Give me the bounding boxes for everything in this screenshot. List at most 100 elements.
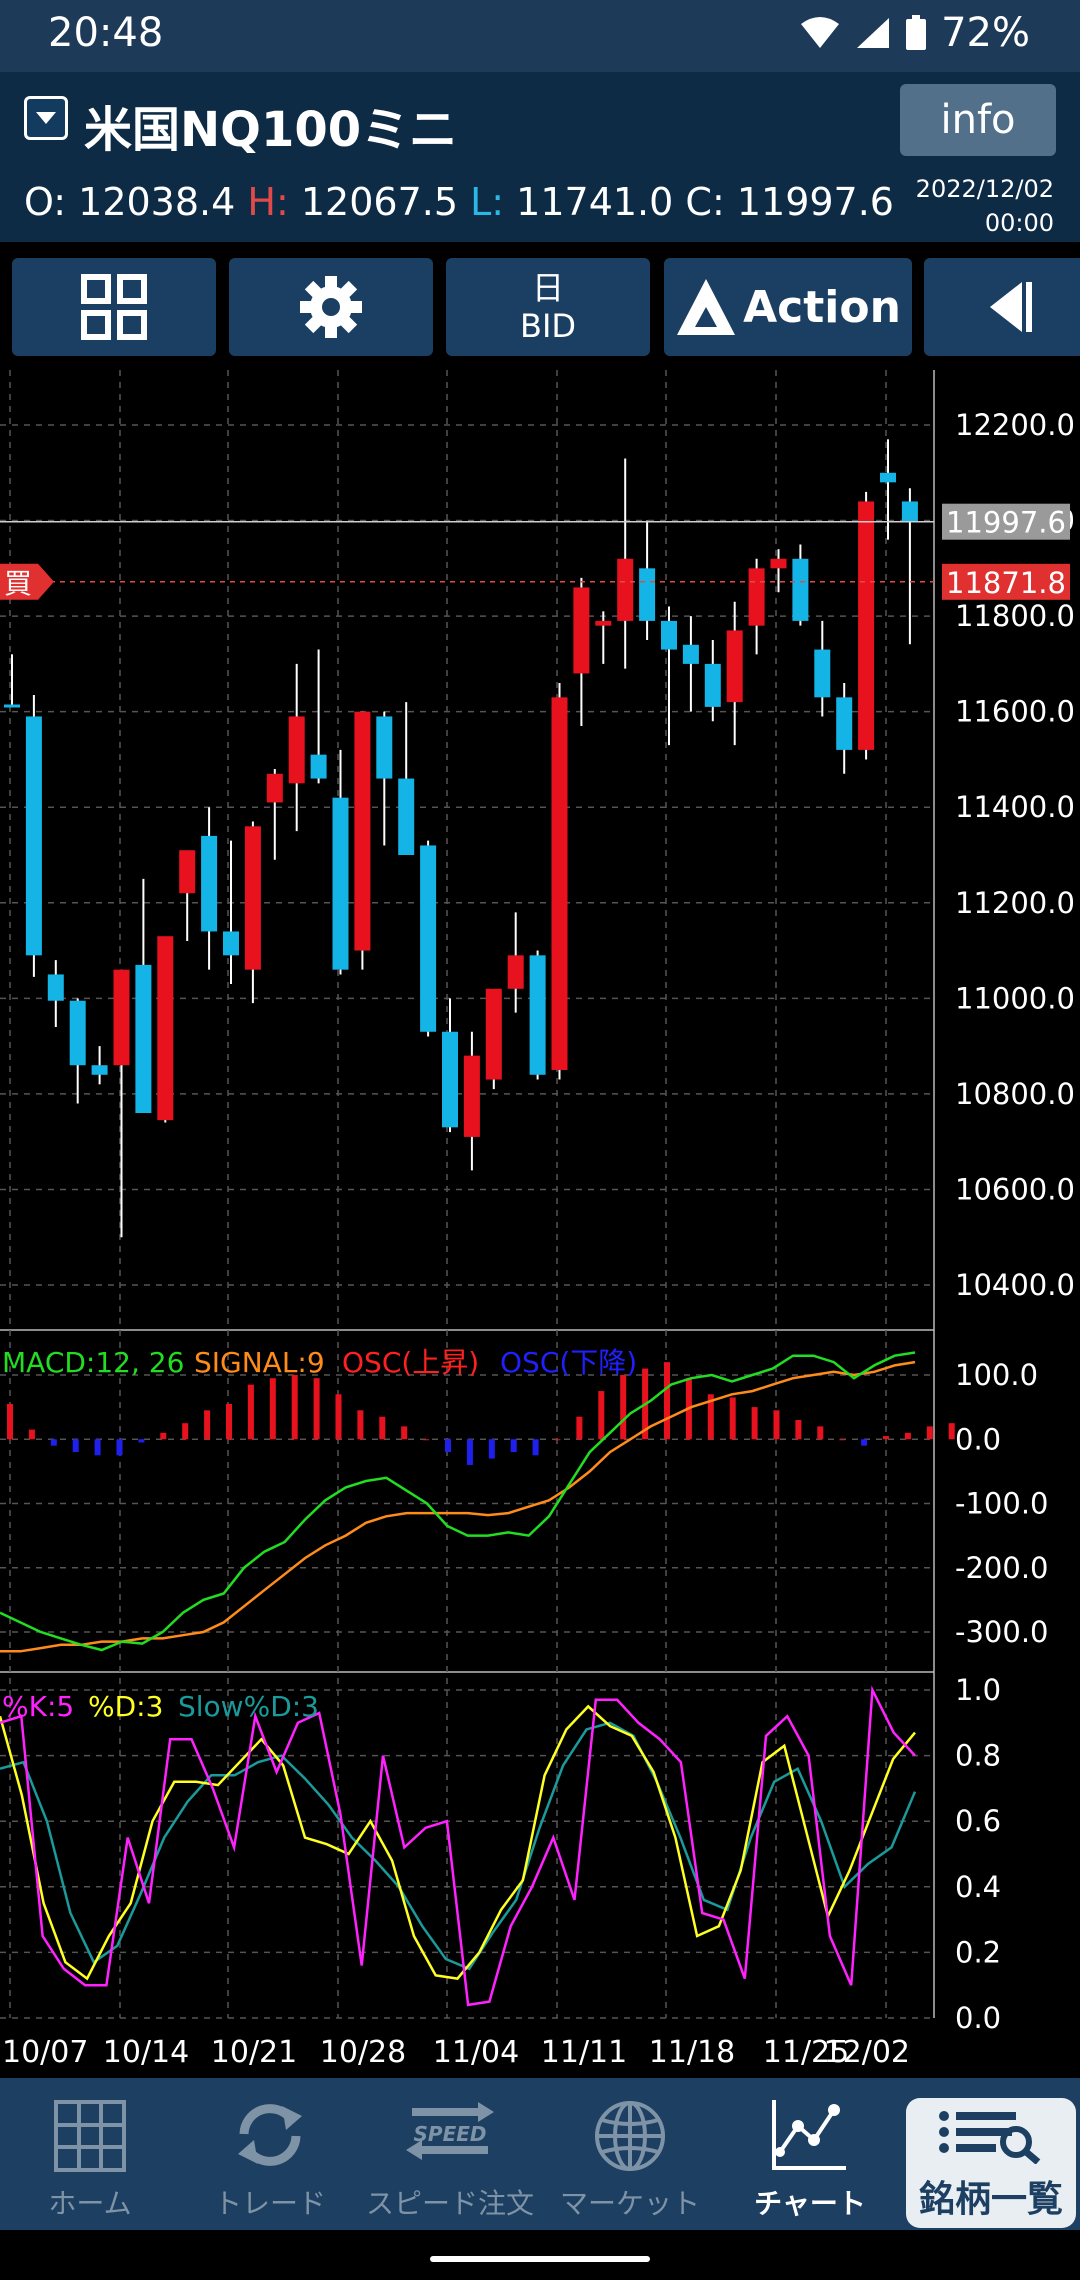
- signal-line: [0, 1360, 916, 1653]
- price-tick-label: 11000.0: [955, 981, 1075, 1015]
- osc-bar-up: [291, 1375, 298, 1440]
- osc-bar-up: [795, 1419, 802, 1440]
- instrument-dropdown-icon[interactable]: [24, 96, 68, 140]
- stoch-tick-label: 0.8: [955, 1739, 1001, 1773]
- open-label: O:: [24, 180, 67, 224]
- nav-market[interactable]: マーケット: [540, 2078, 720, 2230]
- action-button[interactable]: Action: [664, 258, 912, 356]
- stoch-tick-label: 0.6: [955, 1804, 1001, 1838]
- candle-down: [814, 649, 831, 698]
- close-label: C:: [685, 180, 725, 224]
- candle-up: [617, 558, 634, 621]
- nav-speed-label: スピード注文: [365, 2187, 534, 2220]
- candle-down: [420, 845, 437, 1032]
- home-indicator[interactable]: [430, 2256, 650, 2262]
- candle-up: [748, 568, 765, 626]
- candle-up: [244, 826, 261, 970]
- instrument-title[interactable]: 米国NQ100ミニ: [84, 90, 457, 160]
- settings-button[interactable]: [229, 258, 433, 356]
- nav-chart[interactable]: チャート: [720, 2078, 900, 2230]
- price-type-label: BID: [519, 307, 577, 345]
- globe-icon: [595, 2101, 665, 2171]
- chart-line-icon: [772, 2100, 846, 2170]
- macd-legend-item: OSC(下降): [500, 1346, 637, 1379]
- candle-up: [858, 501, 875, 750]
- osc-bar-up: [576, 1416, 583, 1440]
- osc-bar-up: [729, 1397, 736, 1440]
- nav-chart-label: チャート: [754, 2187, 866, 2220]
- action-triangle-icon: [677, 279, 736, 335]
- x-axis-date-label: 10/28: [320, 2035, 406, 2070]
- period-button[interactable]: 日 BID: [446, 258, 650, 356]
- candle-down: [792, 558, 809, 621]
- status-time: 20:48: [48, 10, 164, 56]
- candle-up: [354, 711, 371, 951]
- current-price-label: 11997.6: [946, 506, 1066, 540]
- macd-tick-label: -100.0: [955, 1487, 1049, 1521]
- candle-down: [880, 472, 896, 483]
- x-axis-date-label: 10/07: [2, 2035, 88, 2070]
- candle-time: 00:00: [984, 209, 1054, 237]
- osc-bar-up: [335, 1394, 342, 1440]
- osc-bar-down: [532, 1439, 539, 1456]
- open-value: 12038.4: [78, 180, 236, 224]
- home-grid-icon: [54, 2100, 126, 2172]
- x-axis-date-label: 10/21: [211, 2035, 297, 2070]
- stoch-legend-item: %D:3: [88, 1690, 163, 1723]
- osc-bar-up: [554, 1439, 561, 1441]
- chart-area[interactable]: 12200.012000.011800.011600.011400.011200…: [0, 370, 1080, 2078]
- candle-down: [332, 797, 349, 970]
- layout-button[interactable]: [12, 258, 216, 356]
- osc-bar-up: [7, 1403, 13, 1440]
- candle-date: 2022/12/02: [915, 175, 1054, 203]
- nav-instrument-list[interactable]: 銘柄一覧: [906, 2098, 1076, 2228]
- candle-up: [595, 620, 612, 626]
- nav-trade[interactable]: トレード: [180, 2078, 360, 2230]
- stoch-tick-label: 0.0: [955, 2001, 1001, 2035]
- status-bar: 20:48 72%: [0, 0, 1080, 72]
- osc-bar-up: [204, 1410, 211, 1440]
- collapse-panel-button[interactable]: [924, 258, 1080, 356]
- x-axis-date-label: 11/18: [649, 2035, 735, 2070]
- system-gesture-bar: [0, 2230, 1080, 2280]
- nav-home-label: ホーム: [48, 2187, 132, 2220]
- osc-bar-up: [839, 1439, 846, 1441]
- buy-price-label: 11871.8: [946, 566, 1066, 600]
- osc-bar-up: [357, 1410, 364, 1440]
- ohlc-readout: O: 12038.4 H: 12067.5 L: 11741.0 C: 1199…: [24, 180, 894, 224]
- price-tick-label: 11200.0: [955, 886, 1075, 920]
- nav-trade-label: トレード: [213, 2187, 326, 2220]
- osc-bar-up: [423, 1439, 430, 1441]
- price-tick-label: 10400.0: [955, 1268, 1075, 1302]
- osc-bar-up: [247, 1384, 254, 1440]
- osc-bar-down: [138, 1439, 145, 1443]
- candle-up: [266, 773, 283, 803]
- osc-bar-up: [379, 1416, 386, 1440]
- info-button[interactable]: info: [900, 84, 1056, 156]
- nav-list-label: 銘柄一覧: [918, 2179, 1063, 2220]
- osc-bar-up: [182, 1423, 189, 1440]
- close-value: 11997.6: [736, 180, 894, 224]
- chart-toolbar: 日 BID Action: [0, 242, 1080, 370]
- low-value: 11741.0: [516, 180, 674, 224]
- candle-down: [442, 1031, 458, 1128]
- osc-bar-up: [664, 1362, 670, 1440]
- osc-bar-up: [817, 1426, 824, 1440]
- low-label: L:: [470, 180, 505, 224]
- candle-datetime: 2022/12/02 00:00: [916, 172, 1054, 240]
- macd-line: [0, 1351, 916, 1652]
- slow-d-line: [0, 1721, 917, 1971]
- candle-up: [770, 558, 787, 569]
- wifi-icon: [801, 17, 840, 48]
- osc-bar-down: [94, 1439, 101, 1456]
- osc-bar-up: [401, 1426, 408, 1440]
- nav-speed-order[interactable]: SPEED スピード注文: [360, 2078, 540, 2230]
- candle-down: [639, 568, 656, 621]
- nav-home[interactable]: ホーム: [0, 2078, 180, 2230]
- candle-up: [551, 697, 568, 1070]
- stoch-legend-item: Slow%D:3: [178, 1690, 319, 1723]
- instrument-header: 米国NQ100ミニ info O: 12038.4 H: 12067.5 L: …: [0, 72, 1080, 242]
- macd-legend-item: MACD:12, 26: [2, 1346, 184, 1379]
- price-tick-label: 10600.0: [955, 1172, 1075, 1206]
- candle-down: [836, 697, 853, 750]
